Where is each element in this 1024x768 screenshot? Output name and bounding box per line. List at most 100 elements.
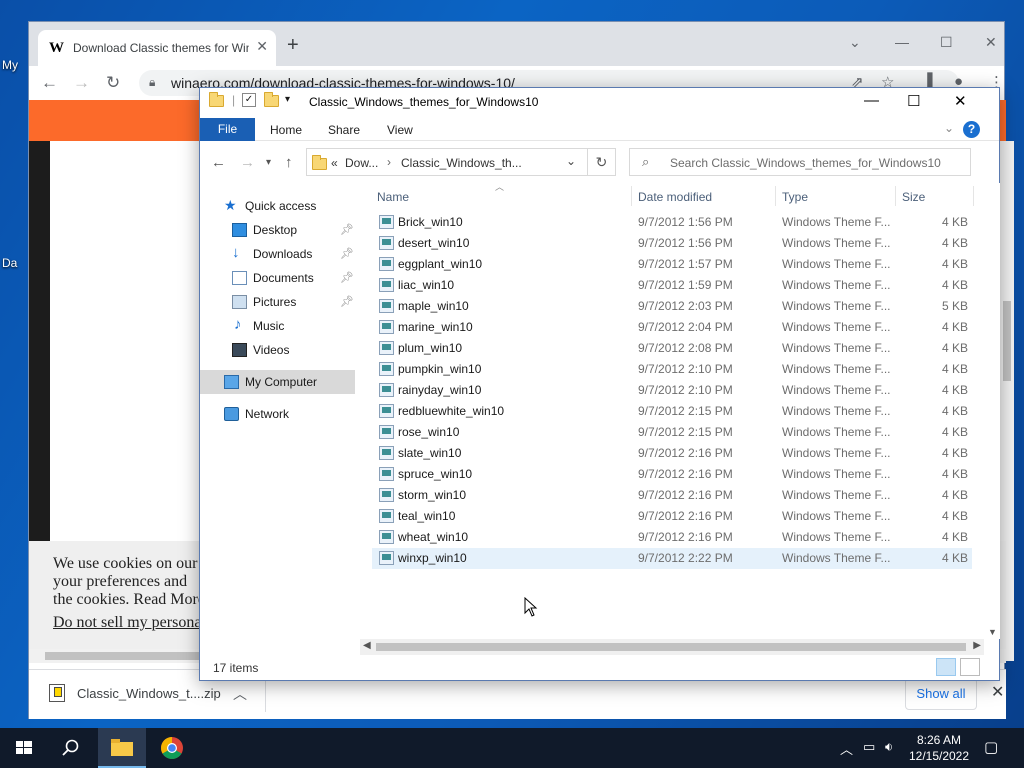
nav-item-desktop[interactable]: Desktop 📌︎ — [200, 218, 355, 242]
column-divider[interactable] — [973, 186, 974, 206]
column-divider[interactable] — [631, 186, 632, 206]
table-row[interactable]: slate_win10 9/7/2012 2:16 PM Windows Theme… — [372, 443, 972, 464]
nav-item-documents[interactable]: Documents 📌︎ — [200, 266, 355, 290]
scroll-left-arrow-icon[interactable]: ◀ — [363, 640, 371, 651]
show-all-button[interactable]: Show all — [905, 678, 977, 710]
show-hidden-icons-icon[interactable]: ︿ — [840, 739, 853, 758]
theme-file-icon — [379, 236, 394, 250]
table-row[interactable]: wheat_win10 9/7/2012 2:16 PM Windows Theme… — [372, 527, 972, 548]
scroll-down-arrow-icon[interactable]: ▼ — [988, 627, 997, 637]
table-row[interactable]: winxp_win10 9/7/2012 2:22 PM Windows Theme… — [372, 548, 972, 569]
new-tab-button[interactable]: + — [287, 35, 299, 55]
file-date: 9/7/2012 2:10 PM — [638, 362, 733, 376]
column-divider[interactable] — [895, 186, 896, 206]
scrollbar-thumb[interactable] — [376, 643, 966, 651]
scroll-right-arrow-icon[interactable]: ▶ — [973, 640, 981, 651]
chevron-down-icon[interactable]: ⌄ — [566, 154, 576, 168]
table-row[interactable]: marine_win10 9/7/2012 2:04 PM Windows Them… — [372, 317, 972, 338]
table-row[interactable]: maple_win10 9/7/2012 2:03 PM Windows Theme… — [372, 296, 972, 317]
search-button[interactable] — [48, 728, 96, 768]
table-row[interactable]: teal_win10 9/7/2012 2:16 PM Windows Theme … — [372, 506, 972, 527]
scrollbar-thumb[interactable] — [45, 652, 205, 660]
maximize-button[interactable]: ☐ — [940, 34, 953, 51]
help-icon[interactable]: ? — [963, 121, 980, 138]
tab-search-icon[interactable]: ⌄ — [849, 34, 861, 51]
reload-icon[interactable]: ↻ — [106, 73, 120, 93]
network-tray-icon[interactable]: ▭ — [863, 739, 875, 755]
column-divider[interactable] — [775, 186, 776, 206]
file-size: 4 KB — [941, 425, 968, 439]
forward-icon[interactable]: → — [73, 73, 90, 93]
start-button[interactable] — [0, 728, 48, 768]
table-row[interactable]: rose_win10 9/7/2012 2:15 PM Windows Theme … — [372, 422, 972, 443]
browser-tab[interactable]: W Download Classic themes for Windows 10… — [38, 30, 276, 66]
notification-icon[interactable]: ▢ — [984, 738, 998, 756]
chevron-up-icon[interactable]: ︿ — [233, 684, 247, 704]
table-row[interactable]: redbluewhite_win10 9/7/2012 2:15 PM Window… — [372, 401, 972, 422]
nav-item-videos[interactable]: Videos — [200, 338, 355, 362]
nav-item-pictures[interactable]: Pictures 📌︎ — [200, 290, 355, 314]
tab-file[interactable]: File — [200, 118, 255, 141]
large-icons-view-icon[interactable] — [960, 658, 980, 676]
table-row[interactable]: Brick_win10 9/7/2012 1:56 PM Windows Theme… — [372, 212, 972, 233]
minimize-button[interactable]: — — [864, 92, 879, 109]
forward-icon[interactable]: → — [240, 154, 255, 171]
breadcrumb-item[interactable]: Dow... — [345, 156, 378, 170]
clock[interactable]: 8:26 AM 12/15/2022 — [904, 732, 974, 764]
close-button[interactable]: ✕ — [954, 92, 967, 110]
minimize-button[interactable]: — — [895, 34, 909, 50]
quick-access-dropdown-icon[interactable]: ▾ — [285, 94, 290, 105]
properties-icon[interactable]: ✓ — [242, 93, 256, 107]
table-row[interactable]: storm_win10 9/7/2012 2:16 PM Windows Theme… — [372, 485, 972, 506]
up-icon[interactable]: ↑ — [285, 154, 293, 171]
refresh-button[interactable]: ↻ — [588, 148, 616, 176]
breadcrumb[interactable]: « Dow... › Classic_Windows_th... ⌄ — [306, 148, 588, 176]
nav-item-my-computer[interactable]: My Computer — [200, 370, 355, 394]
close-download-bar-icon[interactable]: ✕ — [991, 682, 1004, 702]
table-row[interactable]: pumpkin_win10 9/7/2012 2:10 PM Windows The… — [372, 359, 972, 380]
expand-ribbon-icon[interactable]: ⌄ — [944, 121, 954, 135]
maximize-button[interactable]: ☐ — [907, 92, 920, 110]
nav-item-quick-access[interactable]: ★ Quick access — [200, 194, 355, 218]
cookie-line[interactable]: the cookies. Read More — [53, 591, 203, 609]
table-row[interactable]: liac_win10 9/7/2012 1:59 PM Windows Theme … — [372, 275, 972, 296]
file-explorer-taskbar-button[interactable] — [98, 728, 146, 768]
breadcrumb-item[interactable]: Classic_Windows_th... — [401, 156, 522, 170]
chevron-right-icon[interactable]: › — [387, 155, 391, 169]
tab-home[interactable]: Home — [270, 123, 302, 137]
download-filename[interactable]: Classic_Windows_t....zip — [77, 686, 221, 701]
do-not-sell-link[interactable]: Do not sell my personal information — [53, 614, 203, 631]
table-row[interactable]: plum_win10 9/7/2012 2:08 PM Windows Theme … — [372, 338, 972, 359]
tab-close-icon[interactable]: ✕ — [256, 38, 268, 55]
file-date: 9/7/2012 2:16 PM — [638, 446, 733, 460]
lock-icon[interactable]: 🔒︎ — [149, 75, 155, 90]
tab-view[interactable]: View — [387, 123, 413, 137]
table-row[interactable]: rainyday_win10 9/7/2012 2:10 PM Windows Th… — [372, 380, 972, 401]
breadcrumb-overflow[interactable]: « — [331, 156, 338, 170]
close-window-button[interactable]: ✕ — [985, 34, 997, 51]
table-row[interactable]: desert_win10 9/7/2012 1:56 PM Windows Them… — [372, 233, 972, 254]
column-type[interactable]: Type — [782, 190, 808, 204]
new-folder-icon[interactable] — [264, 92, 279, 110]
column-name[interactable]: Name — [377, 190, 409, 204]
nav-item-downloads[interactable]: ↓ Downloads 📌︎ — [200, 242, 355, 266]
volume-icon[interactable]: 🔉︎ — [885, 739, 893, 755]
back-icon[interactable]: ← — [41, 73, 58, 93]
chrome-taskbar-button[interactable] — [148, 728, 196, 768]
nav-item-network[interactable]: Network — [200, 402, 355, 426]
back-icon[interactable]: ← — [211, 154, 226, 171]
column-size[interactable]: Size — [902, 190, 925, 204]
table-row[interactable]: spruce_win10 9/7/2012 2:16 PM Windows Them… — [372, 464, 972, 485]
file-list-vertical-scrollbar[interactable]: ▼ — [984, 183, 1000, 639]
file-list-horizontal-scrollbar[interactable]: ◀ ▶ — [360, 639, 984, 655]
search-box[interactable]: ⌕ Search Classic_Windows_themes_for_Wind… — [629, 148, 971, 176]
nav-item-music[interactable]: ♪ Music — [200, 314, 355, 338]
scrollbar-thumb[interactable] — [1003, 301, 1011, 381]
table-row[interactable]: eggplant_win10 9/7/2012 1:57 PM Windows Th… — [372, 254, 972, 275]
tab-share[interactable]: Share — [328, 123, 360, 137]
recent-locations-icon[interactable]: ▾ — [266, 157, 271, 168]
desktop-icon-label[interactable]: My — [2, 58, 18, 72]
column-date-modified[interactable]: Date modified — [638, 190, 712, 204]
details-view-icon[interactable] — [936, 658, 956, 676]
desktop-icon-label[interactable]: Da — [2, 256, 17, 270]
